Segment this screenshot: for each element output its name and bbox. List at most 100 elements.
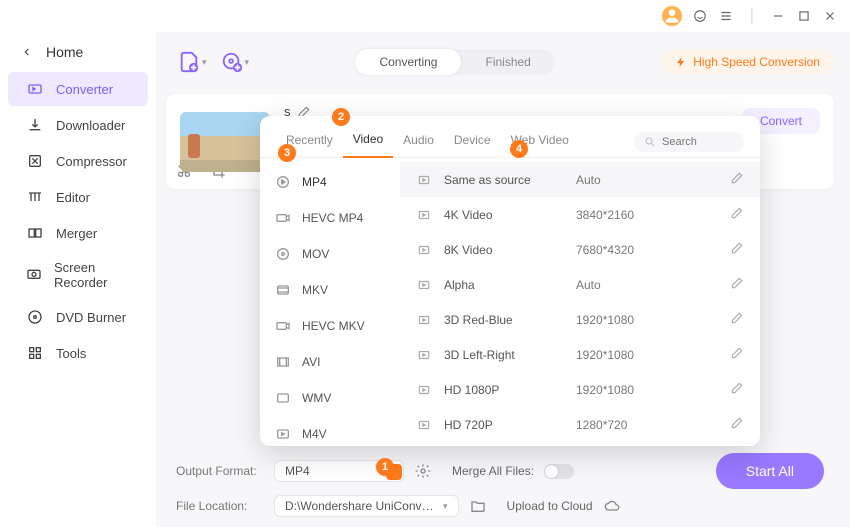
preset-edit-icon[interactable]	[730, 416, 744, 433]
tab-finished[interactable]: Finished	[461, 49, 554, 75]
cloud-icon[interactable]	[603, 497, 621, 515]
chevron-down-icon: ▾	[443, 501, 448, 512]
file-add-icon	[178, 51, 200, 73]
preset-item[interactable]: 3D Red-Blue1920*1080	[400, 302, 760, 337]
sidebar-item-tools[interactable]: Tools	[8, 336, 148, 370]
disc-icon	[26, 308, 44, 326]
start-all-button[interactable]: Start All	[716, 453, 824, 489]
format-popup: Recently Video Audio Device Web Video MP…	[260, 116, 760, 446]
settings-icon[interactable]	[414, 462, 432, 480]
folder-icon[interactable]	[469, 497, 487, 515]
video-icon	[416, 417, 432, 433]
format-icon	[274, 245, 292, 263]
popup-search-input[interactable]	[662, 136, 732, 148]
preset-edit-icon[interactable]	[730, 346, 744, 363]
merge-toggle[interactable]	[544, 464, 574, 479]
maximize-icon[interactable]	[792, 4, 816, 28]
merge-icon	[26, 224, 44, 242]
video-icon	[416, 347, 432, 363]
preset-item[interactable]: AlphaAuto	[400, 267, 760, 302]
close-icon[interactable]	[818, 4, 842, 28]
preset-resolution: 7680*4320	[576, 243, 666, 257]
format-label: HEVC MP4	[302, 211, 363, 225]
format-icon	[274, 173, 292, 191]
video-thumbnail[interactable]	[180, 112, 270, 172]
sidebar-item-converter[interactable]: Converter	[8, 72, 148, 106]
format-icon	[274, 389, 292, 407]
annotation-badge-1: 1	[376, 458, 394, 476]
preset-edit-icon[interactable]	[730, 276, 744, 293]
file-location-select[interactable]: D:\Wondershare UniConverter 1 ▾	[274, 495, 459, 517]
sidebar-item-editor[interactable]: Editor	[8, 180, 148, 214]
sidebar-item-dvd-burner[interactable]: DVD Burner	[8, 300, 148, 334]
preset-item[interactable]: HD 720P1280*720	[400, 407, 760, 442]
sidebar-item-merger[interactable]: Merger	[8, 216, 148, 250]
preset-item[interactable]: HD 1080P 1920*1080	[400, 372, 760, 407]
popup-tab-video[interactable]: Video	[343, 126, 393, 158]
preset-name: 4K Video	[444, 208, 564, 222]
high-speed-button[interactable]: High Speed Conversion	[661, 50, 834, 74]
popup-search[interactable]	[634, 132, 744, 152]
tab-converting[interactable]: Converting	[355, 49, 461, 75]
preset-resolution: 1920*1080	[576, 383, 666, 397]
add-disc-button[interactable]: ▾	[221, 51, 250, 73]
sidebar-item-screen-recorder[interactable]: Screen Recorder	[8, 252, 148, 298]
format-item-avi[interactable]: AVI	[260, 344, 400, 380]
format-item-hevcmkv[interactable]: HEVC MKV	[260, 308, 400, 344]
preset-name: 8K Video	[444, 243, 564, 257]
chevron-down-icon: ▾	[245, 57, 250, 68]
chevron-down-icon: ▾	[202, 57, 207, 68]
search-icon	[644, 136, 656, 148]
popup-tab-device[interactable]: Device	[444, 127, 501, 157]
minimize-icon[interactable]	[766, 4, 790, 28]
format-label: MOV	[302, 247, 329, 261]
menu-icon[interactable]	[714, 4, 738, 28]
output-format-label: Output Format:	[176, 464, 264, 478]
converter-icon	[26, 80, 44, 98]
format-icon	[274, 353, 292, 371]
top-toolbar: ▾ ▾ Converting Finished High Speed Conve…	[166, 42, 834, 82]
preset-edit-icon[interactable]	[730, 171, 744, 188]
preset-edit-icon[interactable]	[730, 381, 744, 398]
user-avatar-icon[interactable]	[662, 6, 682, 26]
video-icon	[416, 207, 432, 223]
format-label: WMV	[302, 391, 331, 405]
file-location-value: D:\Wondershare UniConverter 1	[285, 499, 435, 513]
format-label: MP4	[302, 175, 327, 189]
preset-edit-icon[interactable]	[730, 311, 744, 328]
sidebar-item-downloader[interactable]: Downloader	[8, 108, 148, 142]
format-label: MKV	[302, 283, 328, 297]
format-item-hevcmp4[interactable]: HEVC MP4	[260, 200, 400, 236]
format-icon	[274, 281, 292, 299]
tools-icon	[26, 344, 44, 362]
bolt-icon	[675, 56, 687, 68]
preset-item[interactable]: 4K Video3840*2160	[400, 197, 760, 232]
popup-tab-audio[interactable]: Audio	[393, 127, 444, 157]
preset-item[interactable]: 8K Video 7680*4320	[400, 232, 760, 267]
preset-item[interactable]: Same as sourceAuto	[400, 162, 760, 197]
preset-edit-icon[interactable]	[730, 206, 744, 223]
home-label: Home	[46, 44, 83, 60]
preset-item[interactable]: 3D Left-Right1920*1080	[400, 337, 760, 372]
preset-resolution: 1280*720	[576, 418, 666, 432]
preset-name: 3D Red-Blue	[444, 313, 564, 327]
format-item-mov[interactable]: MOV	[260, 236, 400, 272]
sidebar-item-label: Screen Recorder	[54, 260, 130, 290]
video-icon	[416, 277, 432, 293]
preset-name: HD 1080P	[444, 383, 564, 397]
support-icon[interactable]	[688, 4, 712, 28]
format-item-wmv[interactable]: WMV	[260, 380, 400, 416]
preset-name: 3D Left-Right	[444, 348, 564, 362]
record-icon	[26, 266, 42, 284]
annotation-badge-3: 3	[278, 144, 296, 162]
add-file-button[interactable]: ▾	[178, 51, 207, 73]
format-item-mkv[interactable]: MKV	[260, 272, 400, 308]
chevron-left-icon	[22, 47, 32, 57]
format-item-mp4[interactable]: MP4	[260, 164, 400, 200]
video-icon	[416, 312, 432, 328]
sidebar-item-compressor[interactable]: Compressor	[8, 144, 148, 178]
format-item-m4v[interactable]: M4V	[260, 416, 400, 446]
home-nav[interactable]: Home	[0, 36, 156, 70]
preset-edit-icon[interactable]	[730, 241, 744, 258]
status-tabs: Converting Finished	[355, 49, 554, 75]
